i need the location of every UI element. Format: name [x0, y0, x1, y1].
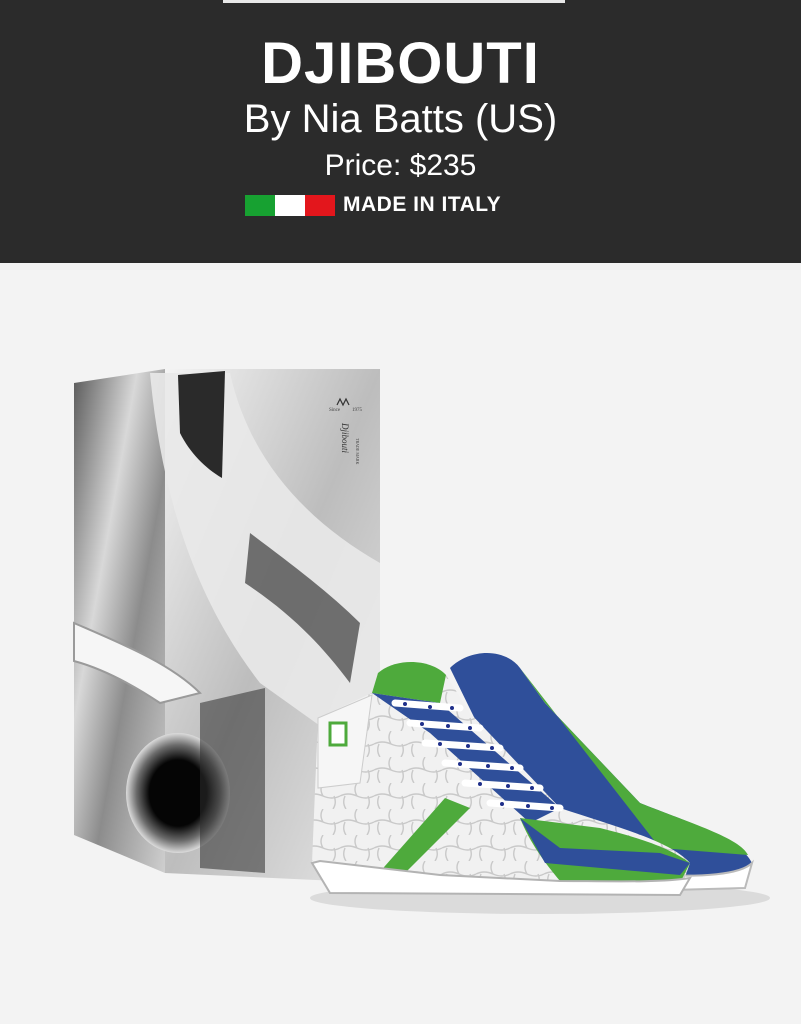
italy-flag-icon: [245, 194, 335, 216]
product-price: Price: $235: [324, 149, 477, 182]
flag-white-stripe: [275, 194, 305, 216]
flag-green-stripe: [245, 194, 275, 216]
heel-tab: [328, 721, 348, 747]
box-trade-mark: TRADE MARK: [355, 438, 360, 464]
product-title: DJIBOUTI: [261, 31, 540, 96]
box-shadow-edge: [200, 688, 265, 873]
box-since-text: Since: [329, 408, 341, 413]
product-header: DJIBOUTI By Nia Batts (US) Price: $235 M…: [0, 0, 801, 263]
flag-red-stripe: [305, 194, 335, 216]
box-brand-mark: Djibouti: [340, 422, 350, 454]
product-image: Since Djibouti 1975 TRADE MARK: [0, 263, 801, 1024]
made-in-italy-label: MADE IN ITALY: [343, 193, 502, 216]
made-in-italy-badge: MADE IN ITALY: [245, 193, 501, 217]
top-divider: [223, 0, 565, 3]
product-illustration: Since Djibouti 1975 TRADE MARK: [73, 369, 770, 914]
box-year-text: 1975: [352, 408, 363, 413]
designer-name: By Nia Batts (US): [243, 97, 558, 141]
